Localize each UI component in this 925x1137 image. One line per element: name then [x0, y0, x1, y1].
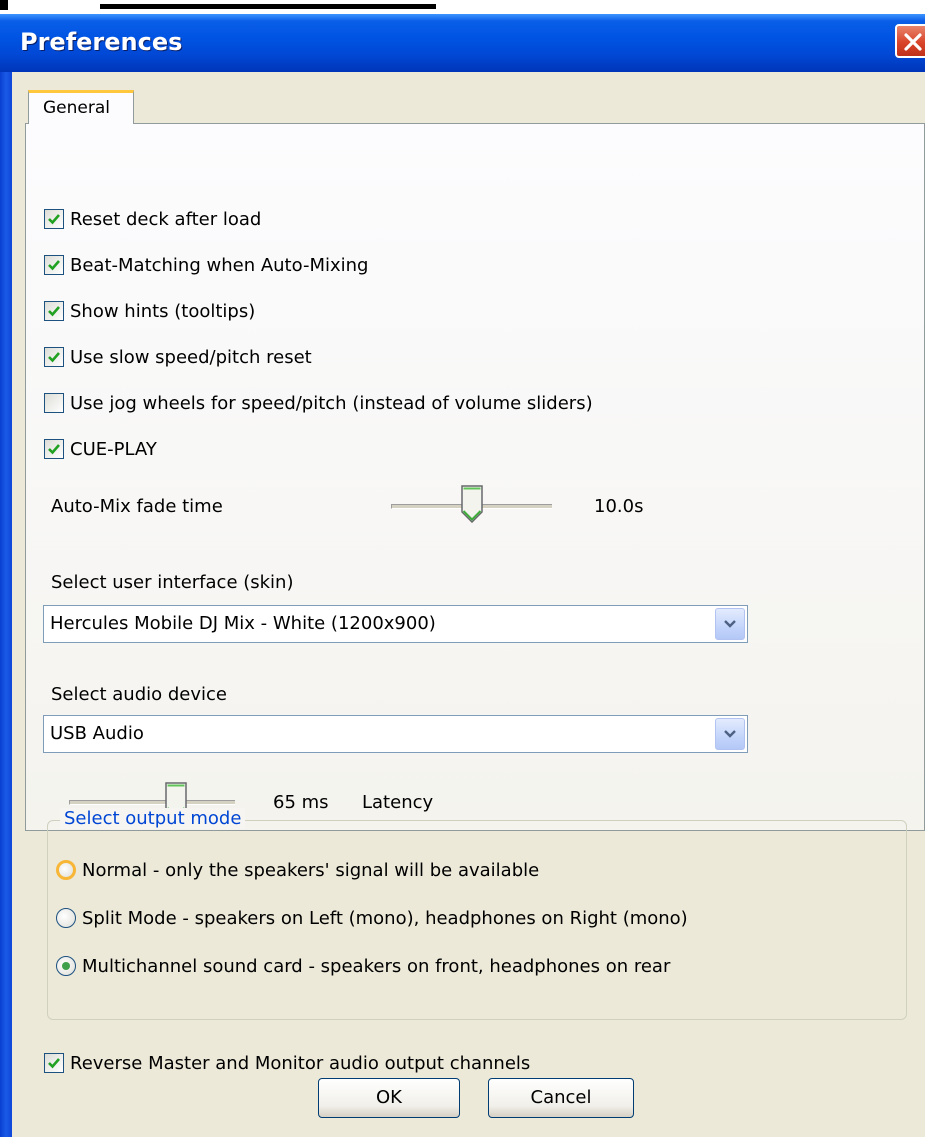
tab-general[interactable]: General	[28, 90, 134, 124]
checkmark-icon	[48, 444, 60, 455]
checkbox-box[interactable]	[44, 347, 64, 367]
checkbox-label: CUE-PLAY	[70, 438, 157, 460]
checkbox-box[interactable]	[44, 209, 64, 229]
output-mode-title: Select output mode	[60, 808, 246, 829]
checkbox-label: Reverse Master and Monitor audio output …	[70, 1052, 531, 1074]
checkbox-label: Reset deck after load	[70, 208, 262, 230]
audio-device-dropdown-button[interactable]	[715, 718, 745, 750]
tab-general-label: General	[43, 98, 110, 118]
reset-deck-checkbox[interactable]: Reset deck after load	[44, 206, 261, 232]
output-mode-split-radio[interactable]: Split Mode - speakers on Left (mono), he…	[56, 905, 688, 931]
output-mode-multichannel-radio[interactable]: Multichannel sound card - speakers on fr…	[56, 953, 670, 979]
checkmark-icon	[48, 352, 60, 363]
background-heading-fragment	[0, 0, 925, 14]
checkbox-box[interactable]	[44, 255, 64, 275]
checkbox-box[interactable]	[44, 1053, 64, 1073]
automix-slider-thumb[interactable]	[460, 485, 484, 523]
close-icon	[904, 33, 922, 51]
chevron-down-icon	[724, 730, 736, 738]
general-tab-panel: Reset deck after load Beat-Matching when…	[25, 123, 925, 1074]
checkbox-box[interactable]	[44, 439, 64, 459]
radio-label: Multichannel sound card - speakers on fr…	[82, 955, 671, 977]
preferences-dialog: Preferences General Reset deck after loa…	[0, 14, 925, 1137]
cancel-button[interactable]: Cancel	[488, 1078, 634, 1118]
title-bar[interactable]: Preferences	[0, 14, 925, 72]
checkbox-label: Beat-Matching when Auto-Mixing	[70, 254, 369, 276]
dialog-client-area: General Reset deck after load Beat-Match…	[12, 72, 925, 1137]
latency-slider-track[interactable]	[69, 800, 235, 805]
cue-play-checkbox[interactable]: CUE-PLAY	[44, 436, 157, 462]
audio-device-label: Select audio device	[51, 684, 227, 705]
jog-wheels-checkbox[interactable]: Use jog wheels for speed/pitch (instead …	[44, 390, 593, 416]
skin-dropdown[interactable]: Hercules Mobile DJ Mix - White (1200x900…	[43, 605, 748, 643]
checkbox-label: Show hints (tooltips)	[70, 300, 256, 322]
checkbox-box[interactable]	[44, 393, 64, 413]
checkbox-label: Use slow speed/pitch reset	[70, 346, 312, 368]
audio-device-dropdown[interactable]: USB Audio	[43, 715, 748, 753]
beat-matching-checkbox[interactable]: Beat-Matching when Auto-Mixing	[44, 252, 368, 278]
checkmark-icon	[48, 1058, 60, 1069]
checkmark-icon	[48, 306, 60, 317]
reverse-channels-checkbox[interactable]: Reverse Master and Monitor audio output …	[44, 1050, 530, 1076]
skin-selected-value: Hercules Mobile DJ Mix - White (1200x900…	[50, 613, 436, 634]
radio-label: Split Mode - speakers on Left (mono), he…	[82, 907, 688, 929]
checkmark-icon	[48, 214, 60, 225]
show-hints-checkbox[interactable]: Show hints (tooltips)	[44, 298, 255, 324]
checkbox-label: Use jog wheels for speed/pitch (instead …	[70, 392, 593, 414]
heading-fragment-dark	[0, 0, 8, 10]
radio-button[interactable]	[56, 956, 76, 976]
automix-fade-label: Auto-Mix fade time	[51, 496, 223, 517]
output-mode-groupbox: Select output mode Normal - only the spe…	[47, 808, 907, 1020]
radio-selected-dot	[62, 962, 70, 970]
close-button[interactable]	[895, 24, 925, 58]
ok-button[interactable]: OK	[318, 1078, 460, 1118]
radio-label: Normal - only the speakers' signal will …	[82, 859, 540, 881]
radio-button[interactable]	[56, 860, 76, 880]
skin-label: Select user interface (skin)	[51, 572, 294, 593]
output-mode-normal-radio[interactable]: Normal - only the speakers' signal will …	[56, 857, 539, 883]
checkbox-box[interactable]	[44, 301, 64, 321]
skin-dropdown-button[interactable]	[715, 608, 745, 640]
heading-fragment-underline	[100, 4, 436, 9]
latency-value: 65 ms	[273, 792, 329, 813]
checkmark-icon	[48, 260, 60, 271]
slow-pitch-reset-checkbox[interactable]: Use slow speed/pitch reset	[44, 344, 312, 370]
automix-fade-value: 10.0s	[594, 496, 644, 517]
window-title: Preferences	[20, 28, 183, 56]
audio-device-selected-value: USB Audio	[50, 723, 144, 744]
latency-label: Latency	[362, 792, 434, 813]
chevron-down-icon	[724, 620, 736, 628]
radio-button[interactable]	[56, 908, 76, 928]
